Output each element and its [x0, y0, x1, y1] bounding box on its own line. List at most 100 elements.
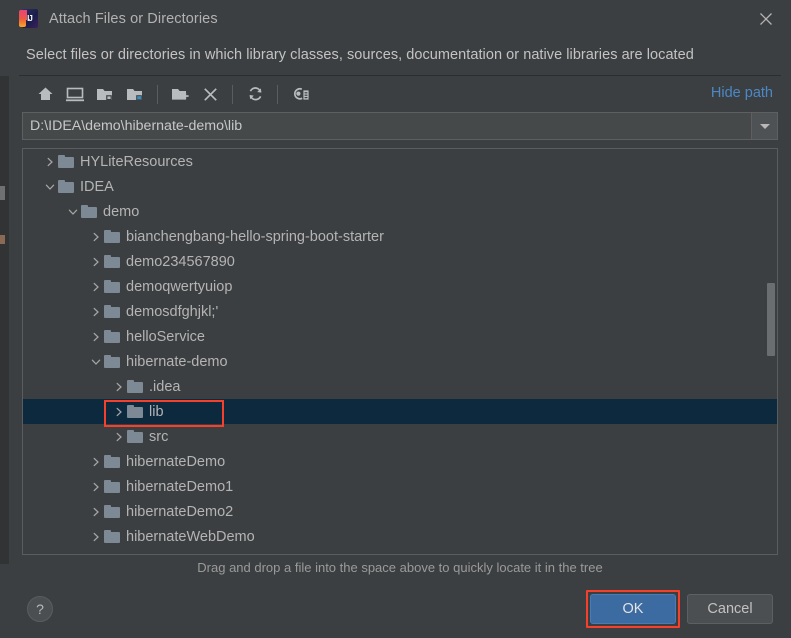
- tree-row[interactable]: helloService: [23, 324, 777, 349]
- directory-tree-panel: HYLiteResources IDEA demo bianchengbang-hel…: [22, 148, 778, 555]
- new-folder-icon[interactable]: [165, 80, 195, 108]
- background-marker-orange: [0, 235, 5, 244]
- tree-row-label: bianchengbang-hello-spring-boot-starter: [126, 228, 384, 245]
- chevron-right-icon[interactable]: [87, 282, 104, 292]
- chevron-right-icon[interactable]: [87, 232, 104, 242]
- folder-icon: [104, 330, 120, 343]
- folder-icon: [104, 480, 120, 493]
- footer-button-group: OK Cancel: [586, 590, 773, 628]
- tree-row-label: IDEA: [80, 178, 114, 195]
- folder-icon: [104, 530, 120, 543]
- chevron-right-icon[interactable]: [110, 432, 127, 442]
- attach-files-dialog: IJ Attach Files or Directories Select fi…: [9, 0, 791, 638]
- home-icon[interactable]: [30, 80, 60, 108]
- folder-icon: [58, 155, 74, 168]
- tree-row-label: demoqwertyuiop: [126, 278, 233, 295]
- chevron-right-icon[interactable]: [87, 507, 104, 517]
- tree-row[interactable]: hibernateWebDemo: [23, 524, 777, 549]
- tree-row-label: demo234567890: [126, 253, 235, 270]
- tree-row[interactable]: demoqwertyuiop: [23, 274, 777, 299]
- tree-row-label: hibernate-demo: [126, 353, 228, 370]
- chevron-down-icon[interactable]: [41, 182, 58, 192]
- hide-path-link[interactable]: Hide path: [711, 85, 773, 101]
- folder-icon: [104, 280, 120, 293]
- chevron-right-icon[interactable]: [87, 332, 104, 342]
- tree-row[interactable]: hibernateDemo1: [23, 474, 777, 499]
- tree-row[interactable]: HYLiteResources: [23, 149, 777, 174]
- toolbar-divider-1: [157, 84, 158, 104]
- tree-vertical-scrollbar[interactable]: [766, 150, 776, 553]
- chevron-right-icon[interactable]: [87, 257, 104, 267]
- chevron-down-icon[interactable]: [87, 357, 104, 367]
- chevron-right-icon[interactable]: [41, 157, 58, 167]
- module-folder-icon[interactable]: [120, 80, 150, 108]
- folder-icon: [104, 505, 120, 518]
- folder-icon: [127, 430, 143, 443]
- cancel-button[interactable]: Cancel: [687, 594, 773, 624]
- chevron-right-icon[interactable]: [87, 457, 104, 467]
- dialog-subtitle: Select files or directories in which lib…: [26, 47, 694, 63]
- ok-button[interactable]: OK: [586, 590, 680, 628]
- directory-tree[interactable]: HYLiteResources IDEA demo bianchengbang-hel…: [23, 149, 777, 554]
- scrollbar-thumb[interactable]: [767, 282, 775, 356]
- file-chooser-toolbar: Hide path: [19, 76, 781, 112]
- tree-row[interactable]: IDEA: [23, 174, 777, 199]
- folder-icon: [104, 455, 120, 468]
- desktop-icon[interactable]: [60, 80, 90, 108]
- folder-icon: [104, 230, 120, 243]
- tree-row[interactable]: demosdfghjkl;': [23, 299, 777, 324]
- tree-row[interactable]: src: [23, 424, 777, 449]
- folder-icon: [58, 180, 74, 193]
- background-marker-gray: [0, 186, 5, 200]
- folder-icon: [104, 355, 120, 368]
- tree-row[interactable]: hibernateteste: [23, 549, 777, 555]
- tree-row-label: HYLiteResources: [80, 153, 193, 170]
- tree-row[interactable]: demo: [23, 199, 777, 224]
- chevron-right-icon[interactable]: [87, 532, 104, 542]
- tree-row-label: hibernateDemo2: [126, 503, 234, 520]
- tree-row[interactable]: hibernate-demo: [23, 349, 777, 374]
- chevron-right-icon[interactable]: [110, 407, 127, 417]
- folder-icon: [127, 405, 143, 418]
- dialog-footer: ? OK Cancel: [9, 580, 791, 638]
- chevron-down-icon: [759, 123, 770, 129]
- tree-row[interactable]: demo234567890: [23, 249, 777, 274]
- ok-button-label: OK: [622, 601, 644, 617]
- path-input[interactable]: [23, 113, 751, 139]
- tree-row[interactable]: lib: [23, 399, 777, 424]
- path-history-dropdown[interactable]: [751, 113, 777, 139]
- toolbar-divider-3: [277, 84, 278, 104]
- show-hidden-icon[interactable]: [285, 80, 315, 108]
- chevron-down-icon[interactable]: [64, 207, 81, 217]
- dialog-titlebar: IJ Attach Files or Directories: [9, 0, 791, 37]
- tree-row-label: hibernateDemo: [126, 453, 226, 470]
- chevron-right-icon[interactable]: [87, 307, 104, 317]
- chevron-right-icon[interactable]: [110, 382, 127, 392]
- background-panel-strip: [0, 76, 9, 564]
- tree-row-label: hibernateDemo1: [126, 478, 234, 495]
- intellij-idea-logo-icon: IJ: [19, 9, 38, 28]
- tree-row[interactable]: bianchengbang-hello-spring-boot-starter: [23, 224, 777, 249]
- tree-row-label: demosdfghjkl;': [126, 303, 219, 320]
- dialog-body: Hide path HYLiteResources IDEA demo bianche…: [19, 75, 781, 580]
- tree-row[interactable]: .idea: [23, 374, 777, 399]
- tree-row-label: hibernateWebDemo: [126, 528, 255, 545]
- folder-icon: [81, 205, 97, 218]
- close-icon[interactable]: [753, 6, 779, 32]
- chevron-right-icon[interactable]: [87, 482, 104, 492]
- tree-row-label: lib: [149, 403, 164, 420]
- refresh-icon[interactable]: [240, 80, 270, 108]
- path-field-row: [22, 112, 778, 140]
- tree-row[interactable]: hibernateDemo2: [23, 499, 777, 524]
- tree-row-label: hibernateteste: [126, 554, 222, 555]
- dialog-title: Attach Files or Directories: [49, 10, 218, 27]
- toolbar-divider-2: [232, 84, 233, 104]
- tree-row-label: src: [149, 428, 169, 445]
- folder-icon: [104, 255, 120, 268]
- tree-row[interactable]: hibernateDemo: [23, 449, 777, 474]
- tree-row-label: helloService: [126, 328, 205, 345]
- project-folder-icon[interactable]: [90, 80, 120, 108]
- tree-row-label: demo: [103, 203, 140, 220]
- help-button[interactable]: ?: [27, 596, 53, 622]
- delete-icon[interactable]: [195, 80, 225, 108]
